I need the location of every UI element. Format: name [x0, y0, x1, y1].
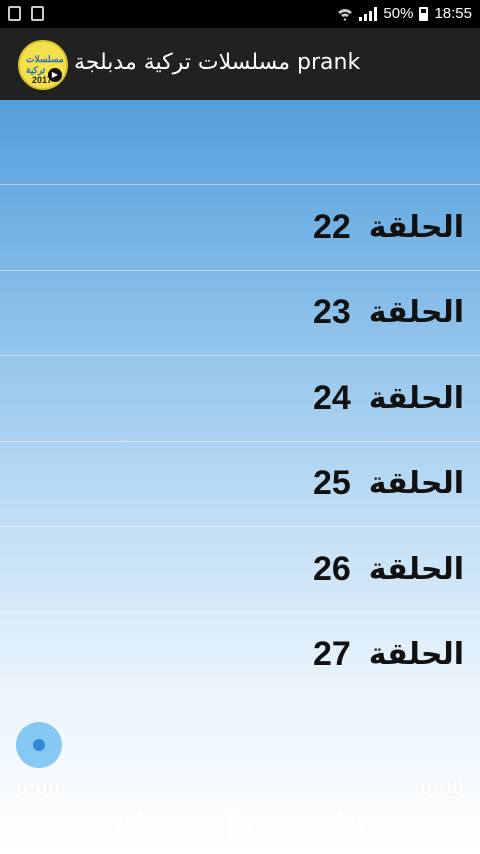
elapsed-time: 0:00	[16, 775, 61, 800]
episode-item-24[interactable]: 24 الحلقة	[0, 356, 480, 442]
episode-number: 24	[312, 378, 351, 417]
status-bar: 50% 18:55	[0, 0, 480, 28]
episode-item-25[interactable]: 25 الحلقة	[0, 442, 480, 527]
episode-number: 26	[312, 549, 351, 588]
app-title: مسلسلات تركية مدبلجة prank	[74, 50, 361, 75]
seek-thumb[interactable]	[16, 722, 62, 768]
episode-list: 22 الحلقة 23 الحلقة 24 الحلقة 25 الحلقة …	[0, 100, 480, 672]
wifi-icon	[338, 8, 353, 21]
episode-word: الحلقة	[368, 209, 464, 245]
app-logo[interactable]: مسلسلات تركية 2017 ▶	[18, 40, 68, 90]
episode-item-27[interactable]: 27 الحلقة	[0, 613, 480, 672]
clock: 18:55	[434, 5, 472, 22]
episode-number: 22	[312, 207, 351, 246]
list-item-empty	[0, 100, 480, 185]
episode-word: الحلقة	[368, 637, 464, 672]
signal-icon	[359, 6, 378, 21]
battery-icon	[419, 6, 429, 21]
play-icon[interactable]	[224, 808, 256, 844]
previous-icon[interactable]	[114, 808, 146, 844]
episode-word: الحلقة	[368, 551, 464, 587]
sim-icon	[31, 6, 44, 21]
battery-percent: 50%	[383, 5, 414, 22]
episode-word: الحلقة	[368, 295, 464, 331]
episode-word: الحلقة	[368, 466, 464, 502]
next-icon[interactable]	[334, 808, 366, 844]
episode-item-22[interactable]: 22 الحلقة	[0, 185, 480, 271]
episode-item-23[interactable]: 23 الحلقة	[0, 271, 480, 356]
episode-number: 27	[312, 635, 351, 672]
episode-word: الحلقة	[368, 380, 464, 416]
episode-item-26[interactable]: 26 الحلقة	[0, 527, 480, 613]
play-icon: ▶	[48, 68, 62, 82]
gallery-icon	[8, 6, 21, 21]
episode-number: 25	[312, 464, 351, 503]
app-bar: مسلسلات تركية 2017 ▶ مسلسلات تركية مدبلج…	[0, 28, 480, 100]
episode-number: 23	[312, 293, 351, 332]
total-time: 0:00	[419, 775, 464, 800]
